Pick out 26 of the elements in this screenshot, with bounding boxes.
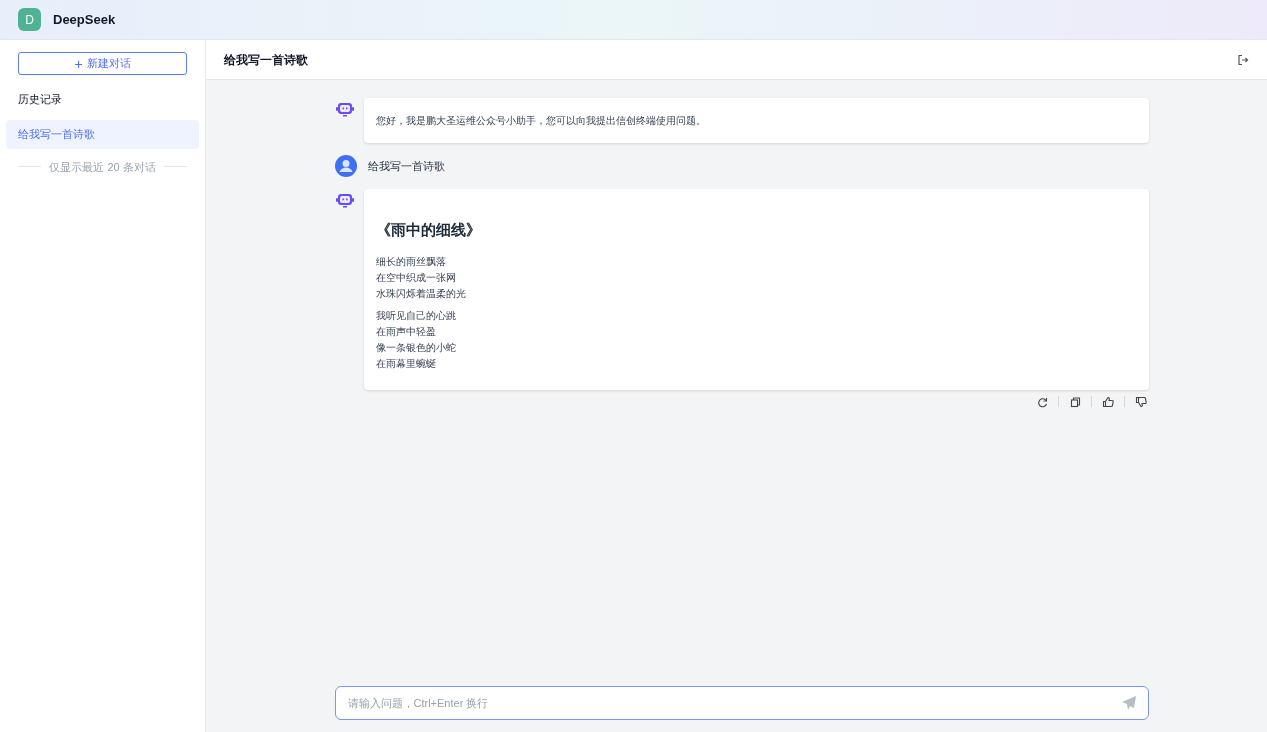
thumbs-up-icon[interactable] — [1101, 395, 1114, 408]
robot-icon — [334, 100, 355, 120]
user-avatar-icon — [334, 155, 357, 177]
robot-icon — [334, 191, 355, 211]
refresh-icon[interactable] — [1035, 395, 1048, 408]
copy-icon[interactable] — [1068, 395, 1081, 408]
message-text: 您好，我是鹏大圣运维公众号小助手，您可以向我提出信创终端使用问题。 — [375, 114, 707, 128]
question-input[interactable]: 请输入问题，Ctrl+Enter 换行 — [334, 686, 1149, 720]
message-text: 给我写一首诗歌 — [367, 158, 445, 174]
history-item[interactable]: 给我写一首诗歌 — [6, 119, 199, 149]
poem-line: 细长的雨丝飘落 — [375, 254, 447, 269]
poem-line: 在雨幕里蜿蜒 — [375, 356, 437, 371]
poem-line: 水珠闪烁着温柔的光 — [375, 286, 467, 301]
poem-line: 像一条银色的小蛇 — [375, 340, 457, 355]
new-chat-button[interactable]: + 新建对话 — [18, 52, 187, 75]
chat-title: 给我写一首诗歌 — [224, 51, 308, 69]
history-title: 历史记录 — [18, 92, 63, 107]
poem-title: 《雨中的细线》 — [375, 220, 482, 240]
poem-line: 在雨声中轻盈 — [375, 324, 437, 339]
app-name: DeepSeek — [53, 10, 116, 29]
poem-line: 我听见自己的心跳 — [375, 308, 457, 323]
app-logo: D — [18, 8, 41, 31]
thumbs-down-icon[interactable] — [1134, 395, 1147, 408]
poem-line: 在空中织成一张网 — [375, 270, 457, 285]
history-limit-note: 仅显示最近 20 条对话 — [49, 159, 156, 175]
logout-icon[interactable] — [1237, 53, 1249, 66]
